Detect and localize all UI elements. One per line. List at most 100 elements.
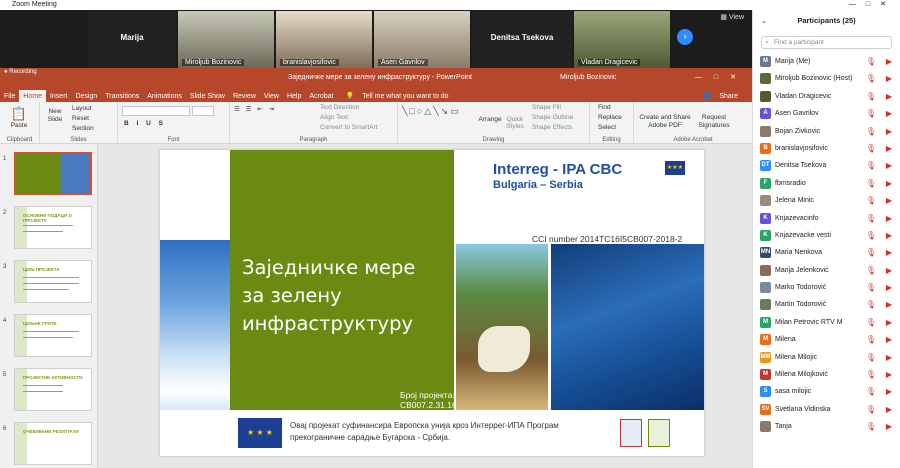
view-button[interactable]: ▦ View	[720, 13, 744, 21]
participant-row[interactable]: MM Milena Milojic 🎙 ▶	[753, 349, 900, 366]
paste-label: Paste	[10, 122, 28, 129]
thumb-line	[23, 225, 73, 226]
slide-title[interactable]: Заједничке мере за зелену инфраструктуру	[242, 254, 415, 338]
participant-row[interactable]: Ffbmsradio 🎙 ▶	[753, 175, 900, 192]
font-size-select[interactable]	[192, 106, 214, 116]
section-button[interactable]: Section	[72, 125, 94, 132]
participant-row[interactable]: M Marija (Me) 🎙 ▶	[753, 53, 900, 70]
slide-thumbnail[interactable]: ЦИЉ ПРОЈЕКТА	[14, 260, 92, 303]
participant-name: sasa milojic	[775, 388, 812, 396]
video-off-icon: ▶	[885, 404, 892, 414]
participant-row[interactable]: Marija Jelenković 🎙 ▶	[753, 262, 900, 279]
participant-row[interactable]: Jelena Minic 🎙 ▶	[753, 192, 900, 209]
ribbon: 📋 Paste Clipboard New Slide Layout Reset …	[0, 102, 752, 144]
mic-muted-icon: 🎙	[865, 265, 876, 275]
mic-muted-icon: 🎙	[865, 178, 876, 188]
minimize-icon[interactable]: —	[849, 1, 866, 8]
next-page-button[interactable]: ›	[677, 29, 693, 45]
convert-smartart-button[interactable]: Convert to SmartArt	[320, 124, 377, 131]
quick-styles-button[interactable]: Quick Styles	[504, 116, 526, 130]
thumb-line	[23, 337, 73, 338]
ppt-window-controls[interactable]: —□✕	[695, 68, 748, 88]
font-family-select[interactable]	[122, 106, 190, 116]
participant-row[interactable]: Ssasa milojic 🎙 ▶	[753, 383, 900, 400]
participant-row[interactable]: K Knjazevacinfo 🎙 ▶	[753, 210, 900, 227]
interreg-logo-text: Interreg - IPA CBC	[493, 161, 623, 178]
slide-thumbnail[interactable]: ПРОЈЕКТНЕ АКТИВНОСТИ	[14, 368, 92, 411]
participant-row[interactable]: Martin Todorović 🎙 ▶	[753, 296, 900, 313]
slide-thumbnail[interactable]	[14, 152, 92, 195]
window-controls[interactable]: —□✕	[849, 0, 896, 10]
group-label: Clipboard	[6, 137, 33, 143]
participant-name: branislavjosifovic	[775, 144, 828, 152]
thumb-title: ЦИЉНЕ ГРУПЕ	[23, 321, 57, 326]
thumb-line	[23, 283, 79, 284]
video-tile[interactable]: Denitsa Tsekova	[472, 11, 572, 68]
video-tile[interactable]: Asen Gavrilov	[374, 11, 470, 68]
avatar: MM	[760, 351, 771, 363]
participants-panel: ⌄ Participants (25) Find a participant M…	[752, 10, 900, 468]
find-button[interactable]: Find	[598, 104, 611, 111]
request-signatures-button[interactable]: Request Signatures	[694, 114, 734, 130]
font-format-buttons[interactable]: B I U S	[124, 120, 166, 127]
participant-row[interactable]: Bojan Zivkovic 🎙 ▶	[753, 123, 900, 140]
participant-row[interactable]: A Asen Gavrilov 🎙 ▶	[753, 105, 900, 122]
paste-button[interactable]: 📋 Paste	[4, 106, 34, 129]
participant-row[interactable]: M Milan Petrovic RTV M 🎙 ▶	[753, 314, 900, 331]
gallery-strip: Marija Miroljub Bozinovic branislavjosif…	[0, 10, 752, 68]
title-line: за зелену	[242, 284, 342, 307]
shape-effects-button[interactable]: Shape Effects	[532, 124, 572, 131]
video-tile[interactable]: Miroljub Bozinovic	[178, 11, 274, 68]
layout-button[interactable]: Layout	[72, 105, 92, 112]
slide-thumbnail[interactable]: ОЧЕКИВАНИ РЕЗУЛТАТИ	[14, 422, 92, 465]
participant-row[interactable]: SV Svetlana Vidinska 🎙 ▶	[753, 401, 900, 418]
participant-row[interactable]: K Knjazevacke vesti 🎙 ▶	[753, 227, 900, 244]
avatar	[760, 264, 771, 276]
shape-outline-button[interactable]: Shape Outline	[532, 114, 573, 121]
video-off-icon: ▶	[885, 143, 892, 153]
cci-number[interactable]: CCI number 2014TC16I5CB007-2018-2	[532, 234, 682, 244]
maximize-icon[interactable]: □	[866, 1, 880, 8]
participant-row[interactable]: Marko Todorović 🎙 ▶	[753, 279, 900, 296]
video-tile[interactable]: Marija	[88, 11, 176, 68]
reset-button[interactable]: Reset	[72, 115, 89, 122]
avatar	[760, 299, 771, 311]
participant-row[interactable]: Tanja 🎙 ▶	[753, 418, 900, 435]
replace-button[interactable]: Replace	[598, 114, 622, 121]
align-text-button[interactable]: Align Text	[320, 114, 348, 121]
mic-muted-icon: 🎙	[865, 230, 876, 240]
participant-row[interactable]: DT Denitsa Tsekova 🎙 ▶	[753, 157, 900, 174]
list-buttons[interactable]: ☰ ☰ ⇤ ⇥	[234, 105, 276, 113]
project-number[interactable]: Број пројекта: CB007.2.31.169	[400, 390, 461, 410]
avatar	[760, 421, 771, 433]
recording-label: Recording	[9, 69, 37, 75]
arrange-button[interactable]: Arrange	[478, 116, 502, 123]
tile-name: Asen Gavrilov	[378, 59, 428, 66]
participant-row[interactable]: M Milena 🎙 ▶	[753, 331, 900, 348]
participant-row[interactable]: Vladan Dragicevic 🎙 ▶	[753, 88, 900, 105]
select-button[interactable]: Select	[598, 124, 616, 131]
chevron-down-icon[interactable]: ⌄	[761, 10, 767, 32]
search-input[interactable]: Find a participant	[761, 36, 892, 49]
mic-muted-icon: 🎙	[865, 143, 876, 153]
text-direction-button[interactable]: Text Direction	[320, 104, 359, 111]
create-pdf-button[interactable]: Create and Share Adobe PDF	[638, 114, 692, 130]
video-off-icon: ▶	[885, 230, 892, 240]
participant-row[interactable]: MN Maria Nenkova 🎙 ▶	[753, 244, 900, 261]
slide-thumbnail[interactable]: ОСНОВНИ ПОДАЦИ О ПРОЈЕКТУ	[14, 206, 92, 249]
grid-icon: ▦	[720, 14, 729, 21]
shapes-gallery[interactable]: ╲□○△╲↘▭	[402, 106, 461, 117]
new-slide-button[interactable]: New Slide	[44, 108, 66, 124]
shape-fill-button[interactable]: Shape Fill	[532, 104, 561, 111]
close-icon[interactable]: ✕	[880, 1, 896, 8]
current-slide[interactable]: Заједничке мере за зелену инфраструктуру…	[160, 150, 704, 456]
slide-thumbnail[interactable]: ЦИЉНЕ ГРУПЕ	[14, 314, 92, 357]
video-tile[interactable]: branislavjosifovic	[276, 11, 372, 68]
footer-text[interactable]: Овај пројекат суфинансира Европска унија…	[290, 420, 559, 444]
participant-row[interactable]: Miroljub Bozinovic (Host) 🎙 ▶	[753, 70, 900, 87]
ppt-user[interactable]: Miroljub Bozinovic	[560, 68, 616, 88]
municipality-crest-icon	[620, 419, 642, 447]
participant-row[interactable]: Bbranislavjosifovic 🎙 ▶	[753, 140, 900, 157]
video-tile[interactable]: Vladan Dragicevic	[574, 11, 670, 68]
participant-row[interactable]: M Milena Milojković 🎙 ▶	[753, 366, 900, 383]
